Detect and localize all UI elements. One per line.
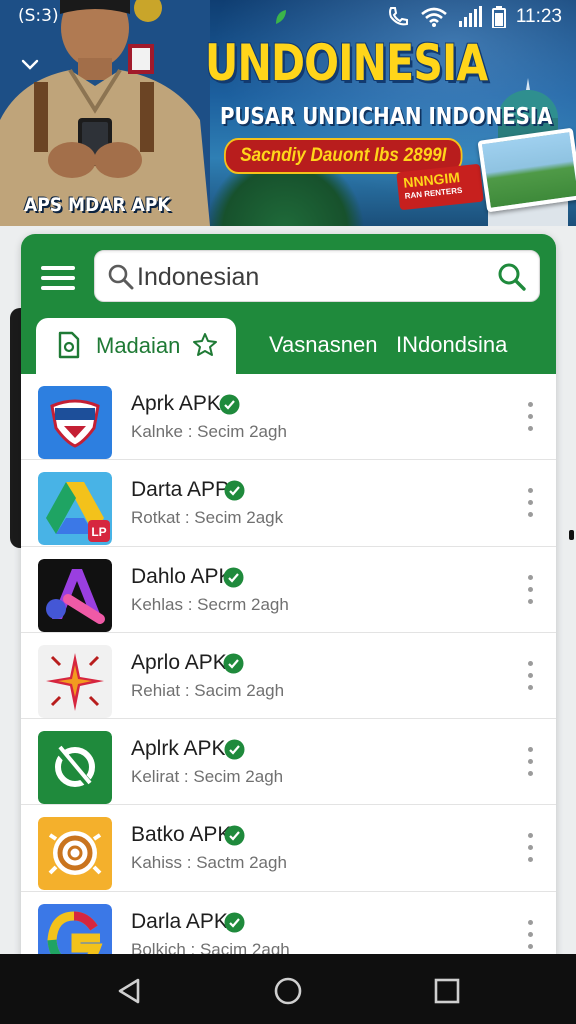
clock: 11:23 — [515, 6, 562, 27]
list-item[interactable]: Batko APK Kahiss : Sactm 2agh — [21, 805, 556, 892]
search-input[interactable] — [137, 260, 477, 294]
verified-badge-icon — [219, 394, 240, 415]
list-item[interactable]: Dahlo APK Kehlas : Secrm 2agh — [21, 546, 556, 633]
banner-subtitle: PUSAR UNDICHAN INDONESIA — [220, 104, 553, 130]
verified-badge-icon — [224, 912, 245, 933]
status-bar: (S:3) 11:23 — [0, 0, 576, 34]
list-item[interactable]: Aprk APK Kalnke : Secim 2agh — [21, 374, 556, 461]
app-name: Aprk APK — [131, 392, 221, 415]
status-icons: 11:23 — [386, 5, 562, 29]
more-options-icon[interactable] — [524, 488, 536, 518]
verified-badge-icon — [224, 825, 245, 846]
leaf-notification-icon — [276, 10, 286, 24]
more-options-icon[interactable] — [524, 660, 536, 691]
more-options-icon[interactable] — [524, 833, 536, 863]
tab-vasnasnen[interactable]: Vasnasnen — [269, 332, 377, 358]
app-name: Darla APK — [131, 909, 228, 933]
app-meta: Kehlas : Secrm 2agh — [131, 594, 289, 614]
document-icon — [58, 331, 80, 359]
search-submit-icon[interactable] — [497, 262, 527, 292]
recents-icon[interactable] — [432, 976, 462, 1006]
landscape-photo — [477, 127, 576, 213]
app-meta: Kalnke : Secim 2agh — [131, 422, 287, 441]
banner-apps-label: APS MDAR APK — [24, 194, 171, 216]
star-icon — [193, 333, 217, 356]
tab-madaian[interactable]: Madaian — [36, 318, 236, 374]
more-options-icon[interactable] — [524, 747, 536, 777]
battery-icon — [491, 6, 506, 28]
shield-badge-icon — [38, 386, 112, 459]
verified-badge-icon — [224, 739, 245, 760]
search-icon — [108, 264, 134, 290]
system-navigation-bar — [0, 954, 576, 1024]
app-meta: Kelirat : Secim 2agh — [131, 767, 284, 787]
app-meta: Rotkat : Secim 2agk — [131, 508, 284, 528]
tab-indondsina[interactable]: INdondsina — [396, 332, 507, 358]
banner-title: UNDOINESIA — [205, 34, 488, 92]
app-name: Dahlo APK — [131, 564, 233, 588]
verified-badge-icon — [223, 653, 244, 674]
verified-badge-icon — [223, 567, 244, 588]
svg-text:LP: LP — [91, 525, 106, 539]
menu-button[interactable] — [41, 262, 77, 294]
app-name: Aplrk APK — [131, 737, 226, 761]
more-options-icon[interactable] — [524, 919, 536, 950]
back-icon[interactable] — [114, 976, 144, 1006]
promo-banner[interactable]: (S:3) 11:23 UNDOINESIA PUSAR UNDICHAN IN… — [0, 0, 576, 226]
signal-icon — [458, 6, 482, 27]
home-icon[interactable] — [273, 976, 303, 1006]
tab-madaian-label: Madaian — [96, 333, 181, 358]
compass-star-icon — [38, 644, 112, 718]
drive-triangle-icon: LP — [38, 472, 112, 546]
app-name: Batko APK — [131, 823, 232, 847]
app-store-card: Madaian Vasnasnen INdondsina Aprk APK — [21, 234, 556, 974]
call-wifi-icon — [388, 7, 408, 26]
list-item[interactable]: LP Darta APP Rotkat : Secim 2agk — [21, 460, 556, 547]
wifi-icon — [421, 7, 447, 27]
chevron-down-icon[interactable] — [18, 56, 42, 74]
edge-marker — [569, 530, 574, 540]
card-header: Madaian Vasnasnen INdondsina — [21, 234, 556, 374]
status-indicator: (S:3) — [18, 6, 59, 26]
list-item[interactable]: Aplrk APK Kelirat : Secim 2agh — [21, 719, 556, 806]
letter-a-icon — [38, 558, 112, 632]
app-meta: Kahiss : Sactm 2agh — [131, 853, 287, 873]
more-options-icon[interactable] — [524, 402, 536, 432]
list-item[interactable]: Aprlo APK Rehiat : Sacim 2agh — [21, 632, 556, 720]
app-meta: Rehiat : Sacim 2agh — [131, 680, 285, 700]
app-name: Darta APP — [131, 478, 230, 502]
spiral-coin-icon — [38, 817, 112, 891]
refresh-ring-icon — [38, 731, 112, 805]
more-options-icon[interactable] — [524, 574, 536, 605]
search-bar[interactable] — [94, 250, 540, 302]
verified-badge-icon — [224, 480, 245, 501]
app-list: Aprk APK Kalnke : Secim 2agh LP Darta AP… — [21, 374, 556, 974]
app-name: Aprlo APK — [131, 650, 227, 674]
screen: (S:3) 11:23 UNDOINESIA PUSAR UNDICHAN IN… — [0, 0, 576, 1024]
